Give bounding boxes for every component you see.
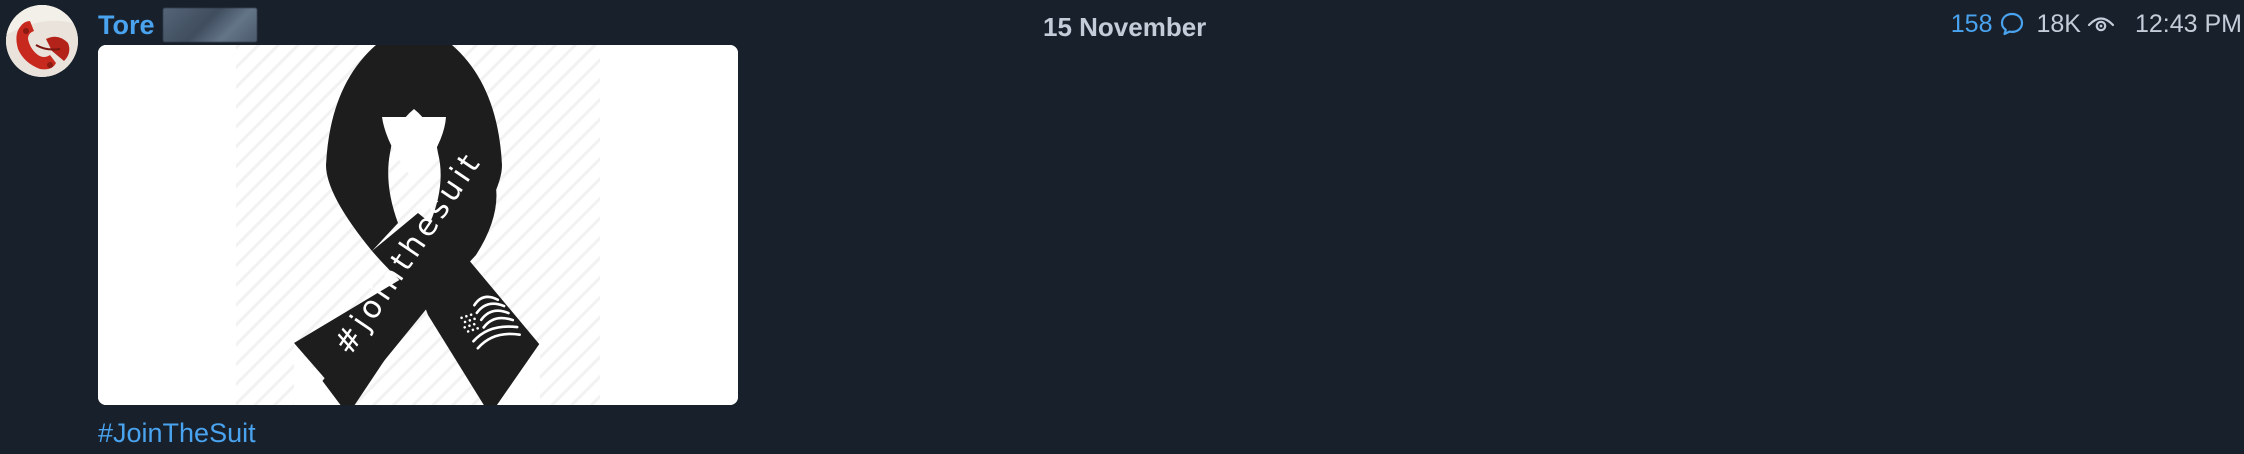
views-count: 18K: [2036, 9, 2081, 38]
black-ribbon-image: #jointhesuit: [98, 45, 738, 405]
message-view: Tore 15 November 158 18K 12:43 PM #joint…: [0, 0, 2244, 454]
channel-avatar[interactable]: [6, 5, 78, 77]
post-time: 12:43 PM: [2134, 9, 2242, 38]
author-name[interactable]: Tore: [98, 9, 155, 41]
hashtag-link[interactable]: #JoinTheSuit: [98, 417, 256, 449]
red-telephone-avatar-icon: [6, 5, 78, 77]
comment-bubble-icon[interactable]: [1999, 11, 2025, 37]
post-image[interactable]: #jointhesuit: [98, 45, 738, 405]
post-author[interactable]: Tore: [98, 8, 257, 42]
eye-icon: [2087, 13, 2115, 35]
post-meta: 158 18K 12:43 PM: [1951, 7, 2242, 41]
date-separator: 15 November: [1043, 12, 1207, 42]
comments-count[interactable]: 158: [1951, 10, 1993, 39]
author-name-redacted: [162, 8, 257, 42]
